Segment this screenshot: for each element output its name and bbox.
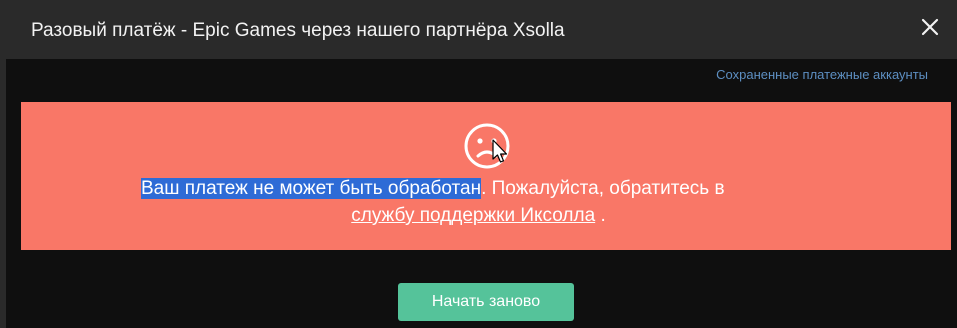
close-icon[interactable] [919, 16, 941, 38]
payment-dialog: Разовый платёж - Epic Games через нашего… [0, 0, 957, 328]
saved-payment-accounts-link[interactable]: Сохраненные платежные аккаунты [716, 67, 928, 82]
support-link[interactable]: службу поддержки Иксолла [351, 205, 595, 226]
error-message-rest: . Пожалуйста, обратитесь в [481, 178, 725, 199]
error-message-highlighted: Ваш платеж не может быть обработан [141, 178, 482, 199]
dialog-title: Разовый платёж - Epic Games через нашего… [31, 20, 565, 41]
restart-button[interactable]: Начать заново [398, 283, 574, 321]
dialog-titlebar: Разовый платёж - Epic Games через нашего… [0, 0, 957, 59]
error-message-end: . [595, 205, 606, 226]
error-message-line1: Ваш платеж не может быть обработан. Пожа… [141, 178, 861, 200]
mouse-cursor-icon [491, 139, 509, 165]
error-message-line2: службу поддержки Иксолла . [0, 205, 957, 227]
